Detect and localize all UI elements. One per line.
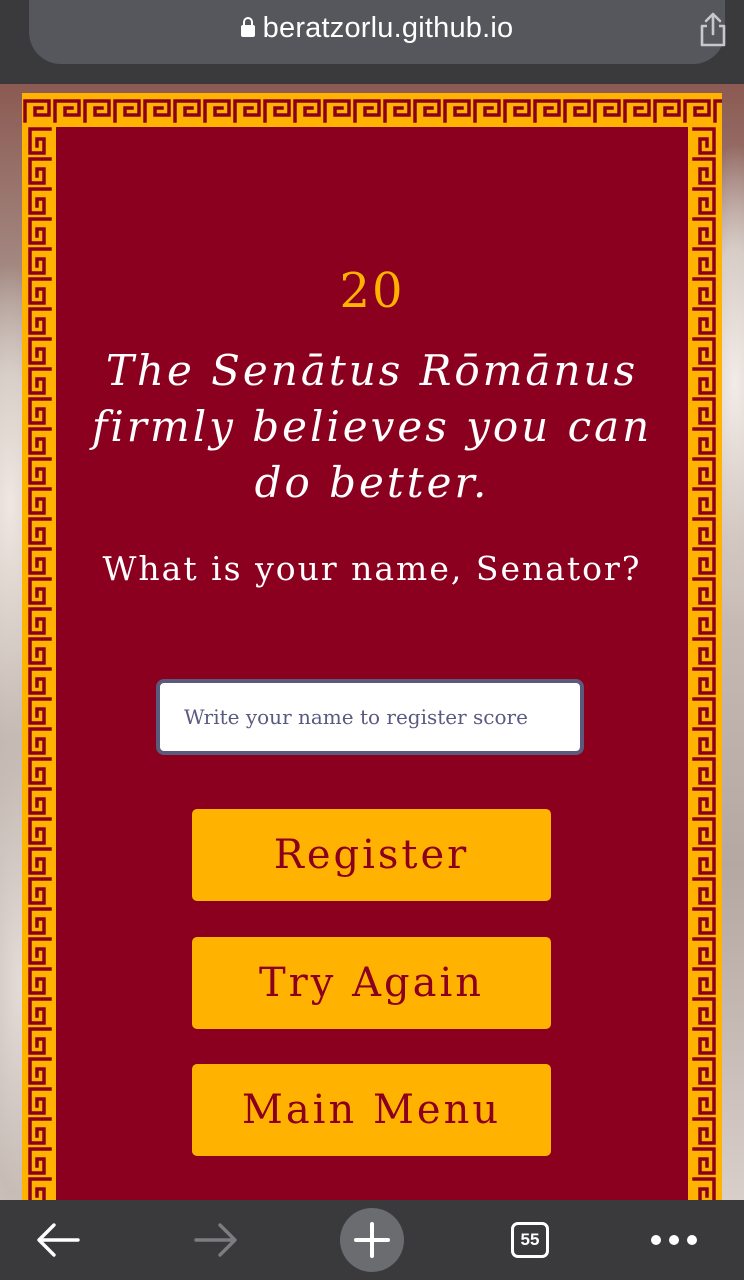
register-button[interactable]: Register <box>192 809 551 901</box>
try-again-button[interactable]: Try Again <box>192 937 551 1029</box>
browser-bottom-toolbar: 55 <box>0 1200 744 1280</box>
name-prompt: What is your name, Senator? <box>102 549 642 588</box>
greek-key-border <box>22 93 722 1213</box>
new-tab-button[interactable] <box>340 1200 404 1280</box>
address-bar-text[interactable]: beratzorlu.github.io <box>29 12 725 45</box>
forward-button[interactable] <box>186 1200 246 1280</box>
back-arrow-icon <box>37 1223 80 1257</box>
browser-top-bar: beratzorlu.github.io <box>0 0 744 84</box>
name-input[interactable] <box>156 679 584 755</box>
forward-arrow-icon <box>194 1223 237 1257</box>
more-dots-icon <box>651 1235 697 1245</box>
game-over-panel: 20 The Senātus Rōmānus firmly believes y… <box>22 93 722 1213</box>
tab-count-badge: 55 <box>511 1222 549 1258</box>
address-bar[interactable]: beratzorlu.github.io <box>29 0 726 64</box>
mobile-browser-screen: beratzorlu.github.io 20 The Senātus Rōmā… <box>0 0 744 1280</box>
final-score: 20 <box>339 263 405 319</box>
lock-icon <box>240 17 255 37</box>
senate-message: The Senātus Rōmānus firmly believes you … <box>91 346 653 507</box>
new-tab-circle <box>340 1208 404 1272</box>
main-menu-button[interactable]: Main Menu <box>192 1064 551 1156</box>
more-menu-button[interactable] <box>644 1200 704 1280</box>
plus-icon <box>354 1222 390 1258</box>
url-text: beratzorlu.github.io <box>262 12 514 44</box>
share-icon[interactable] <box>697 12 729 48</box>
tab-switcher-button[interactable]: 55 <box>500 1200 560 1280</box>
web-page: 20 The Senātus Rōmānus firmly believes y… <box>0 84 744 1213</box>
back-button[interactable] <box>28 1200 88 1280</box>
